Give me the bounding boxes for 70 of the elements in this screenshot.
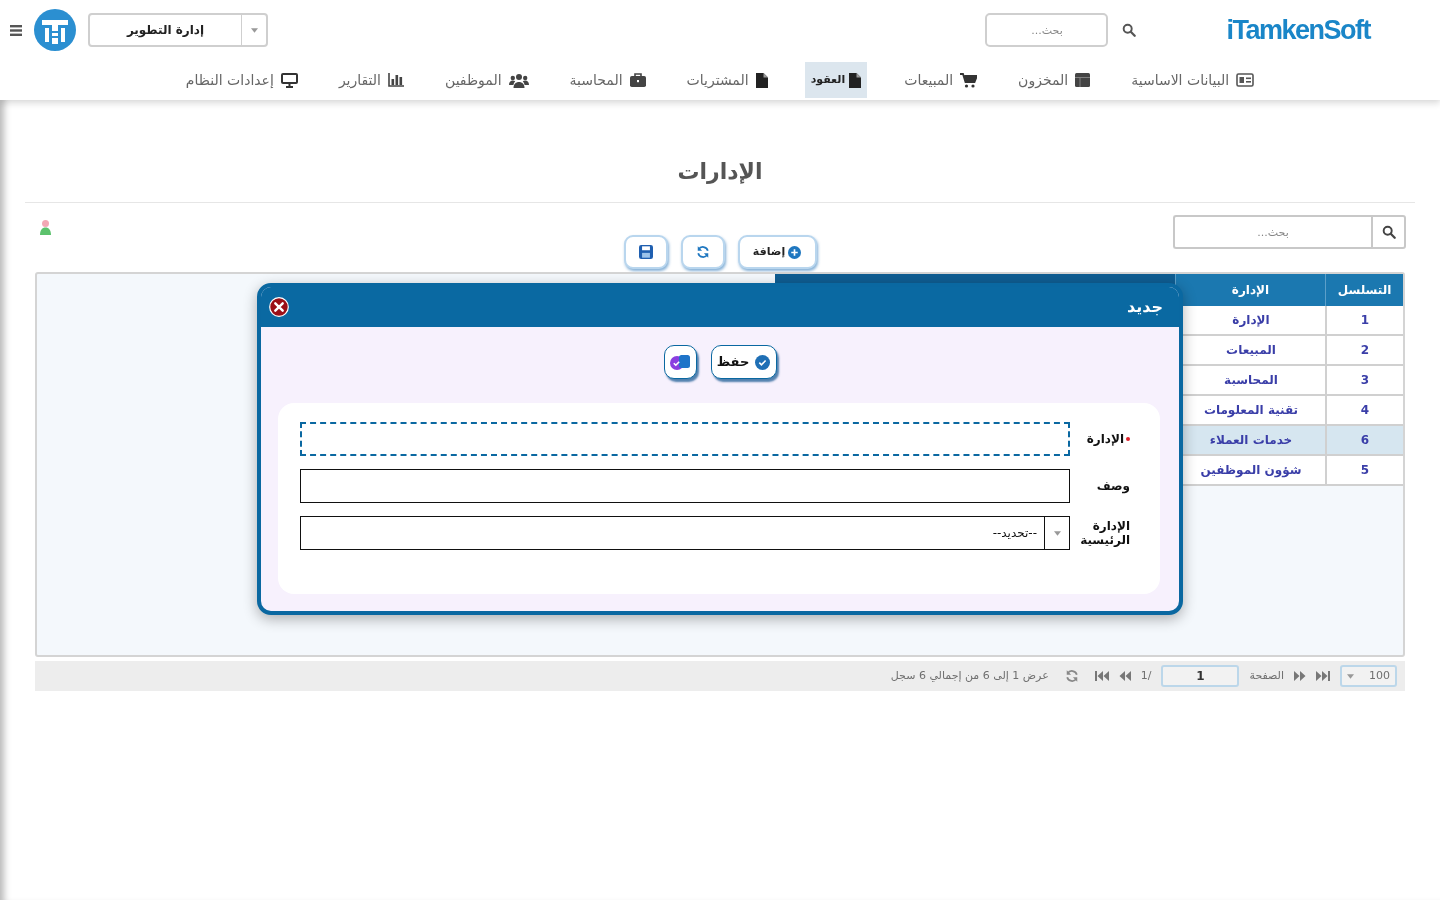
briefcase-icon	[629, 73, 646, 87]
field-label: الإدارة	[1086, 432, 1124, 446]
table-cell: 3	[1325, 366, 1403, 394]
caret-icon	[250, 27, 258, 33]
nav-tab[interactable]: المحاسبة	[565, 62, 650, 98]
cart-icon	[960, 72, 978, 88]
bar-chart-icon	[388, 73, 404, 87]
monitor-icon	[280, 72, 298, 88]
refresh-icon[interactable]	[1064, 669, 1079, 683]
dialog-title: جديد	[1126, 296, 1163, 318]
table-cell: 4	[1325, 396, 1403, 424]
id-card-icon	[1236, 73, 1255, 87]
plus-circle-icon	[788, 245, 802, 259]
select-value: إدارة التطوير	[125, 22, 206, 40]
department-select[interactable]: إدارة التطوير	[88, 13, 268, 47]
column-header: التسلسل	[1325, 274, 1403, 306]
search-icon[interactable]	[1122, 23, 1137, 37]
search-icon[interactable]	[1381, 225, 1396, 239]
save-new-button[interactable]	[663, 345, 697, 379]
page-count: /1	[1140, 667, 1152, 684]
nav-tab[interactable]: المخزون	[1014, 62, 1095, 98]
check-circle-icon	[755, 354, 771, 370]
save-button[interactable]	[623, 235, 668, 269]
menu-icon[interactable]	[10, 24, 22, 36]
table-icon	[1075, 73, 1091, 87]
search-field[interactable]: بحث...	[985, 13, 1109, 47]
select-value: 100	[1369, 667, 1390, 684]
save-button[interactable]: حفظ	[710, 345, 777, 379]
page-number-field[interactable]: 1	[1161, 665, 1240, 687]
refresh-icon	[695, 245, 710, 259]
skip-icon[interactable]	[1316, 671, 1330, 681]
page-size-select[interactable]: 100	[1340, 665, 1397, 687]
table-cell: 6	[1325, 426, 1403, 454]
person-icon	[40, 220, 51, 235]
page-title: الإدارات	[677, 158, 763, 186]
nav-tab[interactable]: البيانات الاساسية	[1127, 62, 1259, 98]
field-label: الإدارة الرئيسية	[1079, 519, 1130, 547]
search-field[interactable]: بحث...	[1173, 215, 1371, 249]
double-arrow-icon[interactable]	[1118, 671, 1131, 681]
select-field[interactable]: --تحديد--	[300, 516, 1070, 550]
page-label: الصفحة	[1249, 667, 1284, 684]
brand-logo: iTamkenSoft	[1226, 16, 1370, 44]
input-field[interactable]	[300, 422, 1070, 456]
nav-tab[interactable]: إعدادات النظام	[181, 62, 302, 98]
caret-icon	[1347, 673, 1354, 679]
nav-tab[interactable]: العقود	[804, 62, 868, 98]
table-cell: 1	[1325, 306, 1403, 334]
table-cell: 5	[1325, 456, 1403, 484]
double-arrow-icon[interactable]	[1294, 671, 1306, 681]
logo-icon	[34, 9, 76, 51]
file-icon	[849, 72, 862, 88]
nav-tab[interactable]: المشتريات	[682, 62, 772, 98]
caret-icon	[1053, 530, 1061, 536]
select-value: --تحديد--	[992, 525, 1038, 542]
column-header: الإدارة	[1175, 274, 1325, 306]
input-field[interactable]	[300, 469, 1070, 503]
add-button[interactable]: إضافة	[737, 235, 817, 269]
search-button[interactable]	[1371, 215, 1406, 249]
nav-tab[interactable]: التقارير	[334, 62, 408, 98]
skip-icon[interactable]	[1094, 671, 1109, 681]
refresh-button[interactable]	[680, 235, 725, 269]
file-icon	[755, 72, 768, 88]
field-label: وصف	[1096, 479, 1130, 493]
users-icon	[508, 72, 529, 88]
check-document-icon	[669, 353, 691, 371]
record-summary: عرض 1 إلى 6 من إجمالي 6 سجل	[890, 667, 1049, 684]
close-icon[interactable]	[269, 297, 289, 317]
nav-tab[interactable]: المبيعات	[900, 62, 982, 98]
table-cell: 2	[1325, 336, 1403, 364]
nav-tab[interactable]: الموظفين	[441, 62, 533, 98]
